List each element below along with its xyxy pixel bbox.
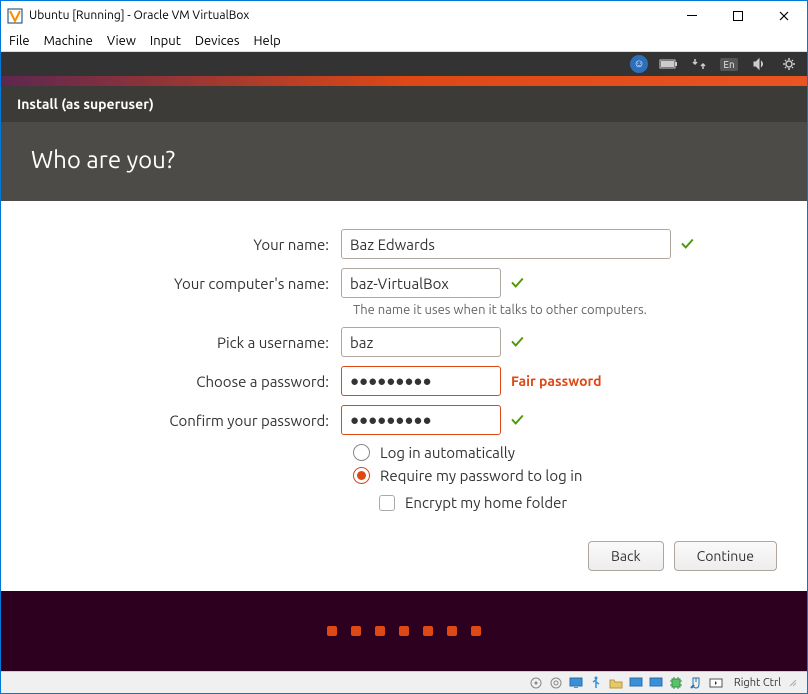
installer-header: Install (as superuser) — [1, 86, 807, 122]
check-icon: ✓ — [511, 273, 524, 293]
row-computer-name: Your computer's name: ✓ — [31, 268, 777, 298]
password-input[interactable] — [341, 366, 501, 396]
vb-menubar: File Machine View Input Devices Help — [1, 31, 807, 53]
row-username: Pick a username: ✓ — [31, 327, 777, 357]
label-password: Choose a password: — [31, 373, 341, 390]
window-title: Ubuntu [Running] - Oracle VM VirtualBox — [29, 9, 669, 22]
checkbox-unchecked-icon — [379, 495, 395, 511]
hdd-icon[interactable] — [528, 675, 544, 691]
keyboard-icon[interactable] — [708, 675, 724, 691]
radio-require-password-label: Require my password to log in — [380, 467, 582, 484]
chip-icon[interactable] — [668, 675, 684, 691]
window-controls — [669, 1, 807, 31]
progress-dot — [447, 626, 457, 636]
sound-icon[interactable] — [749, 54, 769, 74]
optical-icon[interactable] — [548, 675, 564, 691]
display-icon[interactable] — [568, 675, 584, 691]
progress-dot — [399, 626, 409, 636]
resize-grip-icon — [785, 675, 801, 691]
progress-dot — [327, 626, 337, 636]
row-your-name: Your name: ✓ — [31, 229, 777, 259]
display3-icon[interactable] — [648, 675, 664, 691]
label-your-name: Your name: — [31, 236, 341, 253]
row-confirm-password: Confirm your password: ✓ — [31, 405, 777, 435]
menu-input[interactable]: Input — [150, 34, 181, 48]
gear-icon[interactable] — [779, 54, 799, 74]
label-confirm-password: Confirm your password: — [31, 412, 341, 429]
menu-file[interactable]: File — [9, 34, 30, 48]
close-button[interactable] — [761, 1, 807, 31]
progress-dot — [423, 626, 433, 636]
confirm-password-input[interactable] — [341, 405, 501, 435]
usb-icon[interactable] — [588, 675, 604, 691]
minimize-button[interactable] — [669, 1, 715, 31]
button-row: Back Continue — [31, 511, 777, 571]
row-password: Choose a password: Fair password — [31, 366, 777, 396]
installer-body: Your name: ✓ Your computer's name: ✓ The… — [1, 201, 807, 591]
virtualbox-window: Ubuntu [Running] - Oracle VM VirtualBox … — [0, 0, 808, 694]
ubuntu-topbar: ☺ En — [1, 52, 807, 76]
guest-display: ☺ En Install (as superuser) Who are you?… — [1, 52, 807, 671]
check-icon: ✓ — [511, 332, 524, 352]
menu-view[interactable]: View — [107, 34, 136, 48]
radio-require-password[interactable]: Require my password to log in — [353, 467, 777, 484]
radio-checked-icon — [353, 467, 370, 484]
window-titlebar: Ubuntu [Running] - Oracle VM VirtualBox — [1, 1, 807, 31]
menu-devices[interactable]: Devices — [195, 34, 240, 48]
label-username: Pick a username: — [31, 334, 341, 351]
password-strength: Fair password — [511, 373, 602, 389]
maximize-button[interactable] — [715, 1, 761, 31]
radio-unchecked-icon — [353, 444, 370, 461]
check-icon: ✓ — [681, 234, 694, 254]
vb-statusbar: Right Ctrl — [1, 671, 807, 693]
network-icon[interactable] — [689, 54, 709, 74]
accessibility-icon[interactable]: ☺ — [629, 54, 649, 74]
back-button[interactable]: Back — [588, 541, 664, 571]
menu-help[interactable]: Help — [254, 34, 281, 48]
computer-name-input[interactable] — [341, 268, 501, 298]
host-key-label: Right Ctrl — [734, 677, 781, 689]
computer-name-hint: The name it uses when it talks to other … — [353, 303, 777, 317]
menu-machine[interactable]: Machine — [44, 34, 93, 48]
label-computer-name: Your computer's name: — [31, 275, 341, 292]
progress-dot — [351, 626, 361, 636]
checkbox-encrypt-home[interactable]: Encrypt my home folder — [379, 494, 777, 511]
display2-icon[interactable] — [628, 675, 644, 691]
progress-dots — [1, 591, 807, 671]
checkbox-encrypt-label: Encrypt my home folder — [405, 494, 567, 511]
radio-auto-login[interactable]: Log in automatically — [353, 444, 777, 461]
your-name-input[interactable] — [341, 229, 671, 259]
mouse-capture-icon[interactable] — [688, 675, 704, 691]
folder-icon[interactable] — [608, 675, 624, 691]
radio-auto-login-label: Log in automatically — [380, 444, 515, 461]
battery-icon[interactable] — [659, 54, 679, 74]
decorative-gradient — [1, 76, 807, 86]
language-indicator[interactable]: En — [719, 54, 739, 74]
virtualbox-icon — [7, 8, 23, 24]
username-input[interactable] — [341, 327, 501, 357]
installer-title-area: Who are you? — [1, 122, 807, 201]
continue-button[interactable]: Continue — [674, 541, 777, 571]
check-icon: ✓ — [511, 410, 524, 430]
page-title: Who are you? — [31, 146, 777, 173]
progress-dot — [471, 626, 481, 636]
progress-dot — [375, 626, 385, 636]
